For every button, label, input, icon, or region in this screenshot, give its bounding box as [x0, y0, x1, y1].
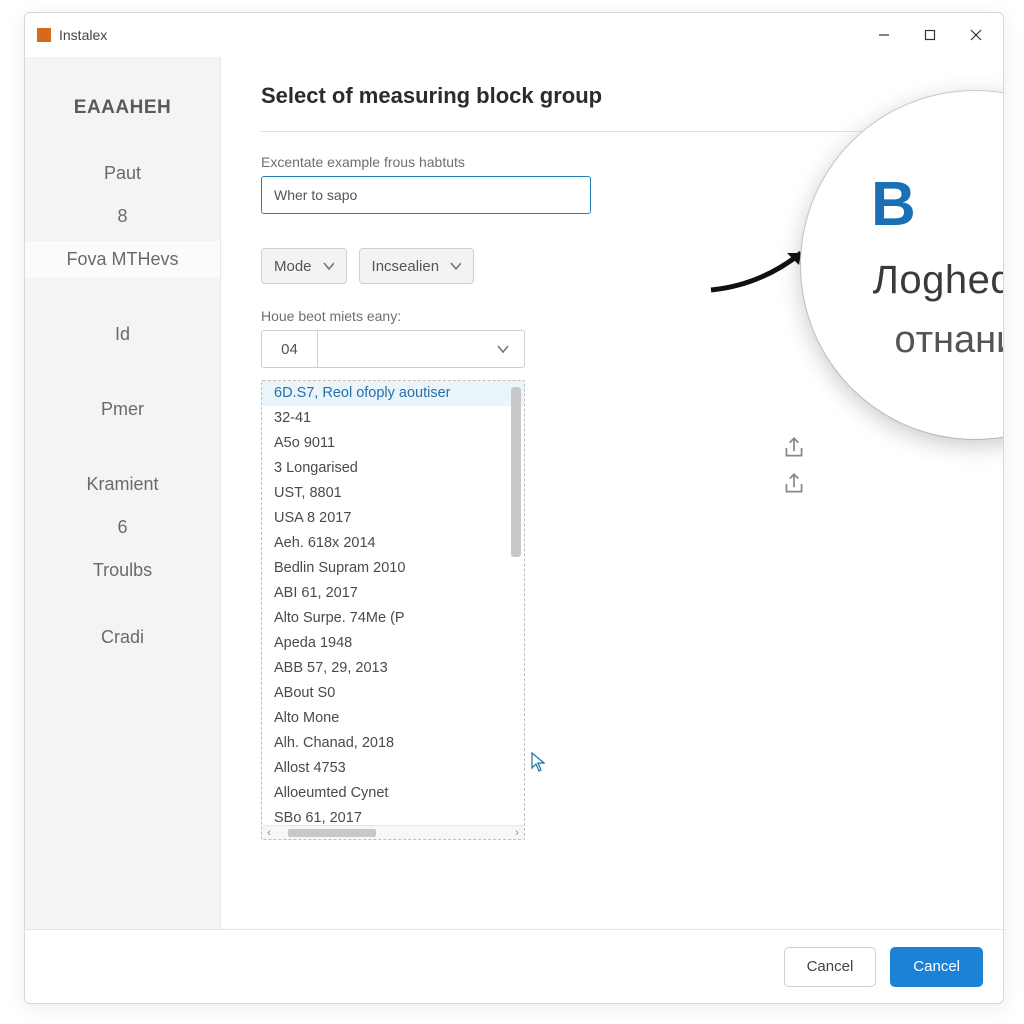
incsealien-select[interactable]: Incsealien: [359, 248, 475, 284]
scrollbar-thumb[interactable]: [511, 387, 521, 557]
app-window: Instalex EAAAHEH Paut 8 Fova MTHevs Id P…: [24, 12, 1004, 1004]
close-button[interactable]: [953, 19, 999, 51]
titlebar: Instalex: [25, 13, 1003, 57]
combo-drop[interactable]: [318, 331, 524, 367]
combo-select[interactable]: 04: [261, 330, 525, 368]
footer: Cancel Cancel: [25, 929, 1003, 1003]
list-item[interactable]: 32-41: [262, 406, 524, 431]
horizontal-scrollbar[interactable]: ‹ ›: [262, 825, 524, 839]
hscrollbar-thumb[interactable]: [288, 829, 376, 837]
list-item[interactable]: 3 Longarised: [262, 456, 524, 481]
export-icon[interactable]: [781, 471, 807, 497]
sidebar-item-6[interactable]: 6: [25, 509, 220, 546]
close-icon: [970, 29, 982, 41]
cancel-button[interactable]: Cancel: [784, 947, 877, 987]
callout-line-2: oтнaните: [895, 319, 1004, 362]
list-item[interactable]: A5o 9011: [262, 431, 524, 456]
chevron-down-icon: [496, 344, 510, 354]
list-item[interactable]: 6D.S7, Reol ofoply aoutiser: [262, 381, 524, 406]
search-input[interactable]: [261, 176, 591, 214]
list-item[interactable]: Alto Surpe. 74Me (P: [262, 606, 524, 631]
chevron-down-icon: [449, 261, 461, 271]
maximize-button[interactable]: [907, 19, 953, 51]
brand-label: EAAAHEH: [25, 97, 220, 119]
list-item[interactable]: Apeda 1948: [262, 631, 524, 656]
list-item[interactable]: Allost 4753: [262, 756, 524, 781]
sidebar-item-3[interactable]: Id: [25, 316, 220, 353]
share-icon[interactable]: [781, 435, 807, 461]
minimize-icon: [878, 29, 890, 41]
page-title: Select of measuring block group: [261, 83, 963, 132]
list-item[interactable]: Alloeumted Cynet: [262, 781, 524, 806]
cursor-icon: [531, 752, 545, 772]
mode-select[interactable]: Mode: [261, 248, 347, 284]
callout-line-1: Лogheduict: [873, 258, 1003, 303]
list-item[interactable]: Alto Mone: [262, 706, 524, 731]
list-item[interactable]: USA 8 2017: [262, 506, 524, 531]
window-title: Instalex: [59, 27, 107, 43]
sidebar: EAAAHEH Paut 8 Fova MTHevs Id Pmer Krami…: [25, 57, 221, 929]
incsealien-select-label: Incsealien: [372, 258, 440, 275]
sidebar-item-7[interactable]: Troulbs: [25, 552, 220, 589]
sidebar-item-5[interactable]: Kramient: [25, 466, 220, 503]
list-item[interactable]: Alh. Chanad, 2018: [262, 731, 524, 756]
app-icon: [37, 28, 51, 42]
sidebar-item-0[interactable]: Paut: [25, 155, 220, 192]
list-item[interactable]: ABout S0: [262, 681, 524, 706]
minimize-button[interactable]: [861, 19, 907, 51]
main-panel: Select of measuring block group Excentat…: [221, 57, 1003, 929]
list-item[interactable]: Bedlin Supram 2010: [262, 556, 524, 581]
maximize-icon: [924, 29, 936, 41]
list-item[interactable]: ABI 61, 2017: [262, 581, 524, 606]
list-item[interactable]: UST, 8801: [262, 481, 524, 506]
list-item[interactable]: ABB 57, 29, 2013: [262, 656, 524, 681]
callout-letter: B: [871, 169, 916, 240]
scroll-right-arrow[interactable]: ›: [510, 827, 524, 839]
chevron-down-icon: [322, 261, 334, 271]
combo-value: 04: [262, 331, 318, 367]
sidebar-item-4[interactable]: Pmer: [25, 391, 220, 428]
vertical-scrollbar[interactable]: [511, 387, 521, 815]
sidebar-item-8[interactable]: Cradi: [25, 619, 220, 656]
sidebar-item-2[interactable]: Fova MTHevs: [25, 241, 220, 278]
results-listbox[interactable]: 6D.S7, Reol ofoply aoutiser32-41A5o 9011…: [261, 380, 525, 840]
mode-select-label: Mode: [274, 258, 312, 275]
primary-button[interactable]: Cancel: [890, 947, 983, 987]
scroll-left-arrow[interactable]: ‹: [262, 827, 276, 839]
sidebar-item-1[interactable]: 8: [25, 198, 220, 235]
list-item[interactable]: Aeh. 618x 2014: [262, 531, 524, 556]
